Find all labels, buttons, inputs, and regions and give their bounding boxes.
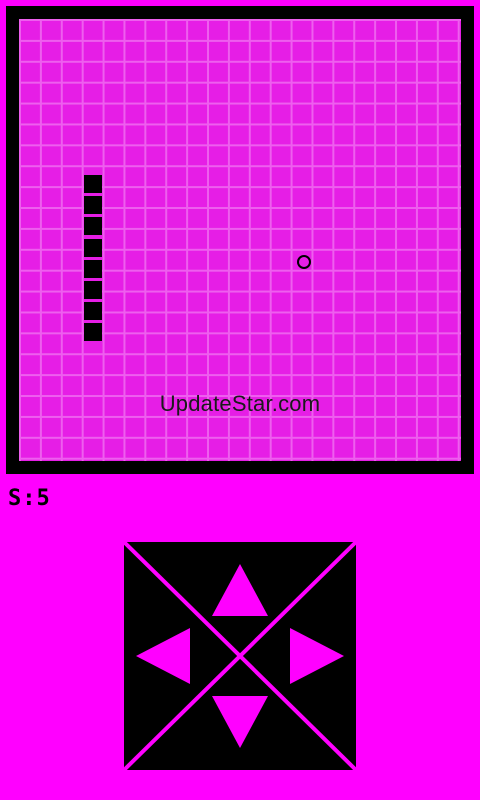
snake-segment — [83, 259, 102, 278]
game-board-frame: UpdateStar.com — [6, 6, 474, 474]
game-board: UpdateStar.com — [19, 19, 461, 461]
watermark-text: UpdateStar.com — [159, 391, 321, 416]
score-display: S:5 — [8, 486, 51, 511]
snake-segment — [83, 217, 102, 236]
snake-segment — [83, 196, 102, 215]
snake-segment — [83, 238, 102, 257]
snake-head — [83, 175, 102, 194]
food-item — [296, 254, 311, 269]
snake-segment — [83, 280, 102, 299]
snake-segment — [83, 322, 102, 341]
snake-segment — [83, 301, 102, 320]
direction-pad — [124, 542, 356, 770]
